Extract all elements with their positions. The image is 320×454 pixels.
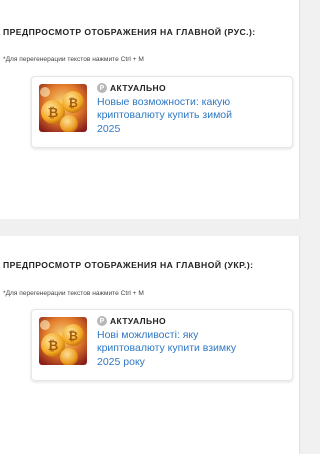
svg-text:₿: ₿ [68, 96, 78, 110]
preview-panel-uk: ПРЕДПРОСМОТР ОТОБРАЖЕНИЯ НА ГЛАВНОЙ (УКР… [0, 236, 300, 454]
regenerate-hint-ru: *Для перегенерации текстов нажмите Ctrl … [3, 56, 144, 63]
bitcoin-thumbnail-icon: ₿ ₿ [39, 84, 87, 132]
svg-text:₿: ₿ [48, 339, 59, 354]
badge-row-ru: P АКТУАЛЬНО [97, 83, 166, 93]
badge-row-uk: P АКТУАЛЬНО [97, 316, 166, 326]
section-title-ru: ПРЕДПРОСМОТР ОТОБРАЖЕНИЯ НА ГЛАВНОЙ (РУС… [3, 27, 256, 37]
section-title-uk: ПРЕДПРОСМОТР ОТОБРАЖЕНИЯ НА ГЛАВНОЙ (УКР… [3, 260, 254, 270]
pin-badge-icon: P [97, 83, 107, 93]
svg-text:₿: ₿ [48, 106, 59, 121]
badge-label-uk: АКТУАЛЬНО [110, 316, 167, 326]
regenerate-hint-uk: *Для перегенерации текстов нажмите Ctrl … [3, 290, 144, 297]
badge-label-ru: АКТУАЛЬНО [110, 83, 167, 93]
pin-badge-icon: P [97, 316, 107, 326]
article-headline-link-ru[interactable]: Новые возможности: какую криптовалюту ку… [97, 96, 257, 136]
article-headline-link-uk[interactable]: Нові можливості: яку криптовалюту купити… [97, 329, 257, 369]
article-card-uk[interactable]: ₿ ₿ P АКТУАЛЬНО Нові можливості: яку кри… [31, 309, 293, 381]
svg-text:₿: ₿ [68, 329, 78, 343]
article-card-ru[interactable]: ₿ ₿ P АКТУАЛЬНО Новые возможности: какую… [31, 76, 293, 148]
section-divider [0, 219, 301, 236]
preview-panel-ru: ПРЕДПРОСМОТР ОТОБРАЖЕНИЯ НА ГЛАВНОЙ (РУС… [0, 0, 300, 219]
bitcoin-thumbnail-icon: ₿ ₿ [39, 317, 87, 365]
